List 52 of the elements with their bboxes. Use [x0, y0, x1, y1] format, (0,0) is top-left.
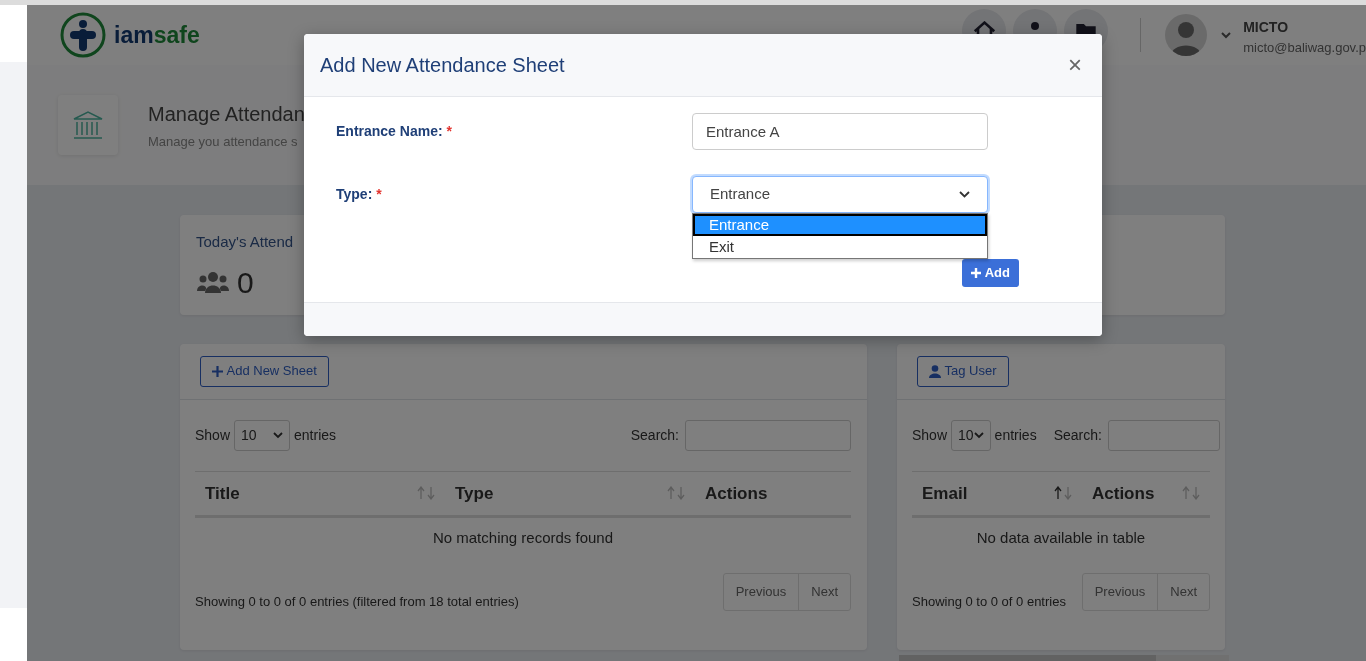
empty-message: No data available in table	[975, 527, 1147, 548]
column-header: Actions	[705, 482, 768, 505]
bank-icon	[72, 110, 104, 140]
field-label: Type: *	[336, 185, 383, 204]
pager-button[interactable]: Next	[1157, 574, 1209, 610]
show-label: Show	[912, 425, 948, 445]
entries-label: entries	[294, 425, 337, 445]
stats-value: 0	[237, 267, 254, 298]
caret-icon[interactable]	[1221, 31, 1232, 39]
page-length-select[interactable]: 10	[951, 419, 991, 451]
table-info: Showing 0 to 0 of 0 entries (filtered from 18 total entries)	[195, 593, 519, 612]
dropdown-option[interactable]: Exit	[693, 236, 987, 258]
page-title: Manage Attendan	[148, 101, 305, 127]
person-icon	[929, 364, 941, 378]
chevron-icon	[959, 191, 970, 198]
add-sheet-button[interactable]: Add New Sheet	[200, 356, 329, 387]
sort-icon[interactable]	[1054, 486, 1072, 501]
plus-icon	[971, 268, 982, 279]
page-length-select[interactable]: 10	[234, 419, 291, 451]
column-header[interactable]: Type	[455, 480, 494, 507]
avatar[interactable]	[1165, 14, 1208, 56]
plus-icon	[212, 365, 223, 377]
pager-button[interactable]: Next	[798, 574, 850, 610]
chevron-icon	[273, 431, 284, 439]
show-label: Show	[195, 425, 231, 445]
entrance-name-field[interactable]: Entrance A	[692, 113, 988, 150]
chevron-icon	[973, 431, 984, 439]
add-button[interactable]: Add	[962, 259, 1019, 288]
user-name: MICTO	[1243, 18, 1290, 37]
user-email: micto@baliwag.gov.p	[1243, 39, 1366, 57]
pager-button[interactable]: Previous	[723, 574, 799, 610]
logo-icon	[60, 12, 106, 58]
pager-button[interactable]: Previous	[1082, 574, 1158, 610]
column-header[interactable]: Actions	[1092, 480, 1155, 507]
logo-text: iamsafe	[114, 20, 200, 50]
close-button[interactable]: ×	[1064, 53, 1086, 77]
modal-title: Add New Attendance Sheet	[320, 53, 565, 78]
table-info: Showing 0 to 0 of 0 entries	[912, 593, 1066, 612]
empty-message: No matching records found	[431, 527, 615, 548]
type-select[interactable]: Entrance	[692, 176, 988, 213]
search-label: Search:	[1053, 425, 1102, 445]
people-icon	[196, 270, 230, 295]
entries-label: entries	[994, 425, 1037, 445]
field-label: Entrance Name: *	[336, 122, 453, 141]
stats-label: Today's Attend	[196, 232, 294, 252]
dropdown-option[interactable]: Entrance	[693, 214, 987, 236]
tag-user-button[interactable]: Tag User	[917, 356, 1009, 387]
search-field[interactable]	[1107, 419, 1220, 451]
search-label: Search:	[630, 425, 679, 445]
column-header[interactable]: Email	[922, 480, 968, 507]
column-header[interactable]: Title	[205, 480, 240, 507]
search-field[interactable]	[685, 419, 851, 451]
